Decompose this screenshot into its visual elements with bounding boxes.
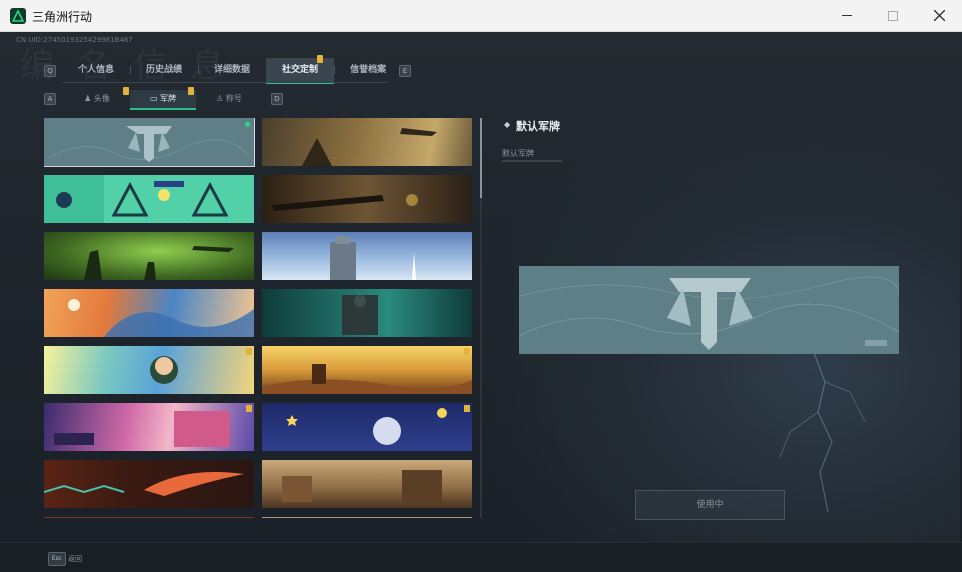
detail-divider — [502, 160, 562, 162]
dogtag-card[interactable] — [262, 175, 472, 223]
window-title: 三角洲行动 — [32, 10, 93, 24]
tab-social-custom[interactable]: 社交定制 — [266, 58, 335, 84]
new-tag — [464, 348, 470, 355]
dogtag-card-default[interactable] — [44, 118, 255, 167]
new-badge — [123, 87, 129, 95]
dogtag-card[interactable] — [44, 403, 254, 451]
new-tag — [246, 348, 252, 355]
subtab-title-label: 称号 — [225, 94, 242, 103]
back-label[interactable]: 返回 — [68, 554, 82, 564]
title-bar: 三角洲行动 — [0, 0, 962, 32]
maximize-button[interactable] — [870, 0, 916, 31]
diamond-icon: ◆ — [504, 120, 511, 129]
dogtag-card[interactable] — [262, 403, 472, 451]
detail-title: 默认军牌 — [516, 120, 560, 133]
subtab-avatar[interactable]: ♟ 头像 — [64, 90, 130, 108]
dogtag-card[interactable] — [44, 175, 254, 223]
person-icon: ♟ — [84, 94, 92, 103]
prev-tab-key[interactable]: Q — [44, 65, 56, 77]
tab-history[interactable]: 历史战绩 — [130, 58, 198, 82]
next-subtab-key[interactable]: D — [271, 93, 283, 105]
dogtag-grid — [44, 118, 474, 518]
dogtag-card[interactable] — [44, 346, 254, 394]
subtab-dogtag-label: 军牌 — [160, 94, 177, 103]
tab-underline — [62, 82, 388, 83]
prev-subtab-key[interactable]: A — [44, 93, 56, 105]
new-badge — [317, 55, 323, 63]
dogtag-card[interactable] — [44, 460, 254, 508]
next-tab-key[interactable]: E — [399, 65, 411, 77]
esc-key[interactable]: Esc — [48, 552, 66, 566]
app-logo-icon — [10, 8, 26, 24]
dogtag-card[interactable] — [262, 517, 472, 518]
tab-reputation[interactable]: 信誉档案 — [334, 58, 402, 82]
dogtag-card[interactable] — [44, 289, 254, 337]
dogtag-card[interactable] — [262, 118, 472, 166]
card-icon: ▭ — [149, 94, 158, 103]
dogtag-card[interactable] — [262, 289, 472, 337]
new-tag — [246, 405, 252, 412]
subtab-title[interactable]: ♙ 称号 — [196, 90, 262, 108]
subtab-avatar-label: 头像 — [93, 94, 110, 103]
tab-detailed-data[interactable]: 详细数据 — [198, 58, 266, 82]
grid-scrollbar-thumb[interactable] — [480, 118, 482, 198]
main-tabs: 个人信息 历史战绩 详细数据 社交定制 信誉档案 — [62, 58, 402, 84]
dogtag-card[interactable] — [44, 517, 254, 518]
subtab-dogtag[interactable]: ▭ 军牌 — [130, 90, 196, 110]
tab-personal-info[interactable]: 个人信息 — [62, 58, 130, 82]
sub-tabs: ♟ 头像 ▭ 军牌 ♙ 称号 — [64, 90, 262, 110]
dogtag-card[interactable] — [44, 232, 254, 280]
user-uid: CN UID:2745019325429981B487 — [16, 36, 133, 44]
footer-bar: Esc 返回 — [0, 542, 962, 572]
dogtag-preview — [519, 266, 899, 354]
in-use-button[interactable]: 使用中 — [635, 490, 785, 520]
dogtag-card[interactable] — [262, 346, 472, 394]
app-content: 编 名 信 息 CN UID:2745019325429981B487 Q 个人… — [0, 32, 962, 572]
dogtag-card[interactable] — [262, 460, 472, 508]
new-tag — [464, 405, 470, 412]
new-badge — [188, 87, 194, 95]
badge-icon: ♙ — [216, 94, 224, 103]
dogtag-card[interactable] — [262, 232, 472, 280]
selected-indicator — [245, 122, 250, 127]
minimize-button[interactable] — [824, 0, 870, 31]
close-button[interactable] — [916, 0, 962, 31]
detail-subtitle: 默认军牌 — [502, 149, 534, 158]
